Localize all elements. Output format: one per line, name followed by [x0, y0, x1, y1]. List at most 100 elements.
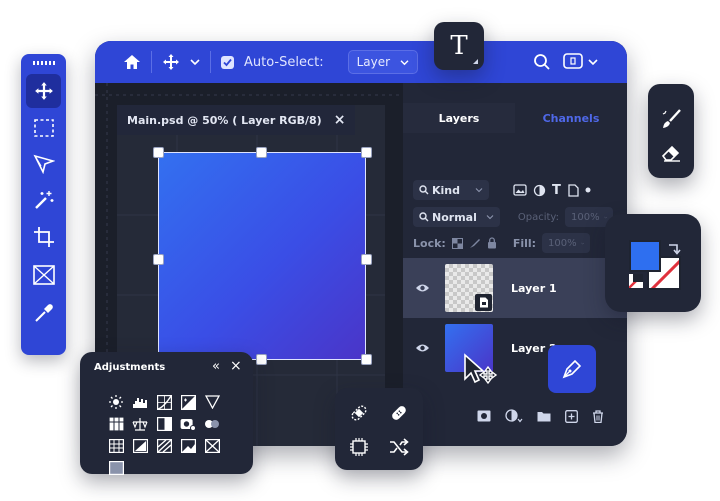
brush-tool[interactable] [654, 104, 688, 134]
hue-saturation-icon[interactable] [108, 416, 124, 432]
home-icon[interactable] [123, 54, 141, 70]
selected-layer-artwork[interactable] [158, 152, 366, 360]
chevron-down-icon [475, 188, 483, 193]
adjustments-title: Adjustments [94, 362, 166, 373]
invert-icon[interactable] [132, 438, 148, 454]
foreground-color-swatch[interactable] [629, 240, 661, 272]
close-icon[interactable]: × [334, 112, 346, 128]
blend-mode-dropdown[interactable]: Normal [413, 207, 501, 227]
new-layer-icon[interactable] [565, 409, 578, 423]
exposure-icon[interactable] [180, 394, 196, 410]
frame-icon[interactable] [563, 53, 583, 69]
move-tool[interactable] [26, 74, 61, 108]
pen-tool-button[interactable] [548, 345, 596, 393]
bandage-dotted-icon [351, 405, 367, 421]
auto-select-checkbox[interactable] [221, 55, 234, 69]
lock-label: Lock: [413, 236, 446, 250]
chevron-down-icon[interactable] [190, 58, 200, 66]
eraser-tool[interactable] [654, 138, 688, 168]
lasso-tool[interactable] [26, 147, 61, 181]
crop-icon [33, 227, 54, 247]
adjustment-layer-icon[interactable] [505, 409, 523, 423]
type-filter-icon[interactable]: T [552, 183, 561, 198]
search-icon [419, 212, 429, 222]
divider [151, 51, 152, 73]
chevron-down-icon[interactable] [588, 58, 598, 66]
close-icon[interactable]: × [230, 358, 242, 374]
filter-row: Kind T [413, 179, 613, 201]
layer-row[interactable]: Layer 1 [403, 258, 627, 318]
layers-footer [477, 409, 604, 423]
channel-mixer-icon[interactable] [204, 416, 220, 432]
transform-handle[interactable] [153, 254, 164, 265]
adjustments-panel: Adjustments « × [80, 352, 253, 476]
kind-filter[interactable]: Kind [413, 180, 489, 200]
visibility-eye-icon[interactable] [413, 343, 431, 353]
posterize-icon[interactable] [156, 438, 172, 454]
photo-filter-icon[interactable] [180, 416, 196, 432]
levels-icon[interactable] [132, 394, 148, 410]
kind-label: Kind [432, 183, 460, 197]
transform-handle[interactable] [256, 354, 267, 365]
frame-tool[interactable] [26, 258, 61, 292]
grip-icon[interactable] [33, 60, 55, 66]
transform-handle[interactable] [153, 147, 164, 158]
spot-healing-tool[interactable] [385, 400, 413, 426]
auto-select-label: Auto-Select: [244, 54, 324, 70]
shape-filter-icon[interactable] [567, 183, 579, 197]
healing-tool[interactable] [345, 400, 373, 426]
mask-icon[interactable] [477, 410, 491, 422]
dot-icon[interactable] [585, 187, 591, 193]
curves-icon[interactable] [156, 394, 172, 410]
move-icon [34, 82, 53, 100]
transform-handle[interactable] [361, 254, 372, 265]
crop-tool[interactable] [26, 220, 61, 254]
lock-pixels-icon[interactable] [469, 237, 481, 249]
visibility-eye-icon[interactable] [413, 283, 431, 293]
color-lookup-icon[interactable] [108, 438, 124, 454]
type-icon: T [450, 31, 468, 61]
marquee-tool[interactable] [26, 111, 61, 145]
black-white-icon[interactable] [156, 416, 172, 432]
shuffle-icon [390, 438, 409, 456]
threshold-icon[interactable] [180, 438, 196, 454]
shuffle-tool[interactable] [385, 434, 413, 460]
lasso-icon [32, 154, 55, 174]
document-tab[interactable]: Main.psd @ 50% ( Layer RGB/8) × [117, 105, 356, 135]
transform-handle[interactable] [361, 147, 372, 158]
magic-wand-tool[interactable] [26, 183, 61, 217]
collapse-icon[interactable]: « [212, 359, 220, 374]
trash-icon[interactable] [592, 409, 604, 423]
lock-all-icon[interactable] [487, 237, 497, 249]
color-balance-icon[interactable] [132, 416, 148, 432]
transform-handle[interactable] [256, 147, 267, 158]
move-icon[interactable] [162, 53, 180, 71]
folder-icon[interactable] [537, 410, 551, 422]
eyedropper-tool[interactable] [26, 296, 61, 330]
auto-select-dropdown[interactable]: Layer [347, 50, 419, 74]
image-filter-icon[interactable] [513, 184, 527, 196]
gradient-map-icon[interactable] [204, 438, 220, 454]
fill-field[interactable]: 100% [542, 233, 591, 253]
vibrance-icon[interactable] [204, 394, 220, 410]
blend-mode-value: Normal [432, 210, 477, 224]
brush-icon [662, 109, 681, 128]
adjustment-filter-icon[interactable] [533, 184, 546, 197]
color-swatches-panel [605, 214, 701, 312]
transform-handle[interactable] [361, 354, 372, 365]
tab-channels[interactable]: Channels [515, 103, 627, 133]
type-tool-button[interactable]: T [434, 22, 484, 70]
document-title: Main.psd @ 50% ( Layer RGB/8) [127, 113, 322, 127]
brightness-icon[interactable] [108, 394, 124, 410]
tab-layers[interactable]: Layers [403, 103, 515, 133]
default-colors-icon[interactable] [629, 274, 643, 288]
swap-colors-icon[interactable] [667, 242, 681, 256]
lock-transparency-icon[interactable] [451, 237, 463, 249]
brush-tools-panel [648, 84, 694, 178]
search-icon[interactable] [533, 53, 551, 71]
opacity-label: Opacity: [517, 211, 559, 223]
selective-color-icon[interactable] [108, 460, 124, 476]
panel-tabs: Layers Channels [403, 103, 627, 133]
transform-chip-tool[interactable] [345, 434, 373, 460]
move-cursor-icon [464, 353, 498, 385]
